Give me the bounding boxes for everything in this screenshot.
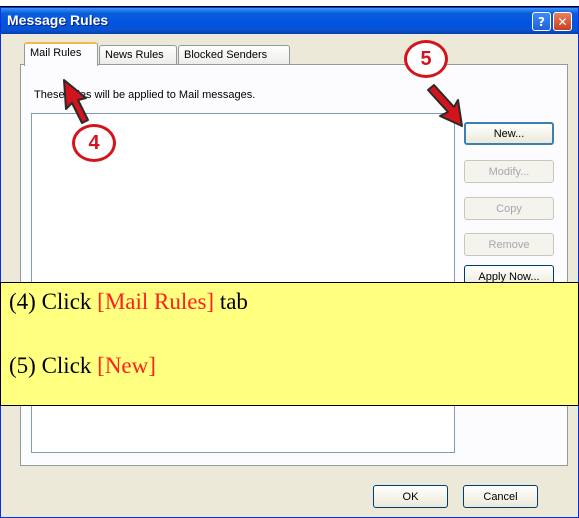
ok-button[interactable]: OK [373, 485, 448, 508]
instruction-line-1: (4) Click [Mail Rules] tab [9, 289, 248, 315]
callout-step-4: 4 [72, 124, 116, 162]
modify-rule-button[interactable]: Modify... [464, 160, 554, 183]
arrow-pointer-icon [427, 84, 463, 127]
tab-mail-rules[interactable]: Mail Rules [24, 42, 98, 66]
tab-news-rules[interactable]: News Rules [99, 45, 177, 65]
instruction-highlight: [Mail Rules] [97, 289, 215, 314]
close-icon[interactable]: ✕ [553, 12, 572, 31]
new-rule-button[interactable]: New... [464, 122, 554, 145]
cancel-button[interactable]: Cancel [463, 485, 538, 508]
remove-rule-button[interactable]: Remove [464, 233, 554, 256]
instruction-text: (5) Click [9, 353, 98, 378]
tab-blocked-senders[interactable]: Blocked Senders [178, 45, 290, 65]
instruction-line-2: (5) Click [New] [9, 353, 156, 379]
instruction-text: (4) Click [9, 289, 98, 314]
instruction-note: (4) Click [Mail Rules] tab (5) Click [Ne… [0, 282, 579, 406]
callout-step-5: 5 [404, 40, 448, 78]
title-bar[interactable]: Message Rules ? ✕ [1, 8, 578, 34]
help-icon[interactable]: ? [532, 12, 551, 31]
copy-rule-button[interactable]: Copy [464, 197, 554, 220]
instruction-text: tab [214, 289, 248, 314]
window-title: Message Rules [7, 12, 109, 28]
instruction-highlight: [New] [97, 353, 156, 378]
